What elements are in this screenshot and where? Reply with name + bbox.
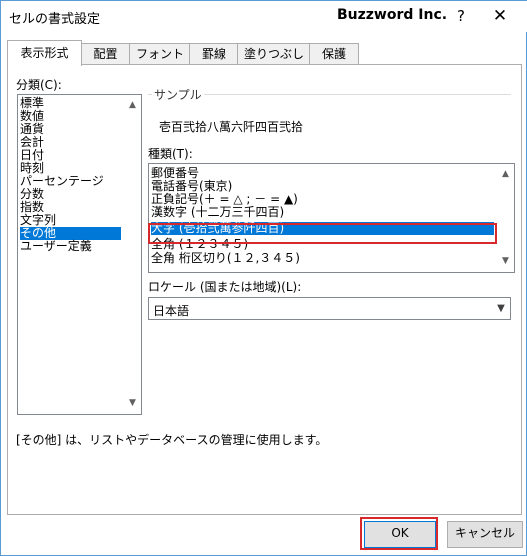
list-item[interactable]: 漢数字 (十二万三千四百) — [151, 206, 284, 219]
tab-alignment[interactable]: 配置 — [80, 43, 131, 65]
cancel-button[interactable]: キャンセル — [447, 521, 523, 548]
tab-panel: 分類(C): 標準 数値 通貨 会計 日付 時刻 パーセンテージ 分数 指数 文… — [7, 64, 522, 515]
type-label: 種類(T): — [148, 147, 193, 161]
category-list[interactable]: 標準 数値 通貨 会計 日付 時刻 パーセンテージ 分数 指数 文字列 その他 … — [17, 94, 142, 415]
type-list[interactable]: 郵便番号 電話番号(東京) 正負記号(＋ = △ ; － = ▲) 漢数字 (十… — [148, 163, 515, 273]
list-item[interactable]: 全角 桁区切り(１２,３４５) — [151, 252, 300, 265]
list-item[interactable]: ユーザー定義 — [20, 240, 92, 253]
title-bar: セルの書式設定 Buzzword Inc. ? ✕ — [1, 1, 527, 32]
brand-label: Buzzword Inc. — [337, 7, 448, 23]
scroll-down-icon[interactable]: ▼ — [497, 253, 514, 270]
tab-fill[interactable]: 塗りつぶし — [237, 43, 311, 65]
tab-number-format[interactable]: 表示形式 — [7, 40, 82, 66]
tab-strip: 表示形式 配置 フォント 罫線 塗りつぶし 保護 — [7, 40, 522, 66]
sample-value: 壱百弐拾八萬六阡四百弐拾 — [159, 120, 304, 134]
category-label: 分類(C): — [16, 78, 62, 92]
ok-button[interactable]: OK — [364, 521, 436, 548]
tab-protection[interactable]: 保護 — [309, 43, 359, 65]
type-highlight-box — [148, 223, 497, 244]
category-scrollbar[interactable]: ▲ ▼ — [124, 95, 141, 414]
locale-select[interactable]: 日本語 ▼ — [148, 297, 511, 320]
tab-border[interactable]: 罫線 — [189, 43, 239, 65]
window-title: セルの書式設定 — [9, 12, 101, 27]
scroll-up-icon[interactable]: ▲ — [497, 166, 514, 183]
scroll-down-icon[interactable]: ▼ — [124, 395, 141, 412]
description-text: [その他] は、リストやデータベースの管理に使用します。 — [16, 433, 328, 447]
tab-font[interactable]: フォント — [129, 43, 191, 65]
chevron-down-icon[interactable]: ▼ — [492, 298, 510, 319]
locale-label: ロケール (国または地域)(L): — [148, 280, 302, 294]
help-button[interactable]: ? — [449, 5, 473, 27]
type-scrollbar[interactable]: ▲ ▼ — [497, 164, 514, 272]
sample-label: サンプル — [152, 86, 204, 103]
close-icon[interactable]: ✕ — [487, 5, 513, 27]
locale-value: 日本語 — [153, 304, 190, 318]
dialog-window: セルの書式設定 Buzzword Inc. ? ✕ 表示形式 配置 フォント 罫… — [0, 0, 527, 556]
scroll-up-icon[interactable]: ▲ — [124, 97, 141, 114]
